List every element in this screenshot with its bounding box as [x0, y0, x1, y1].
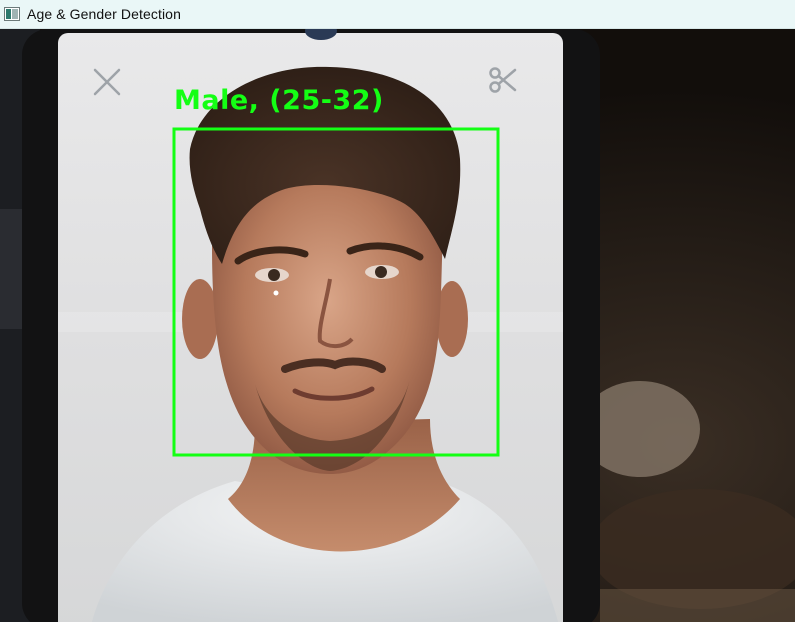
detection-label: Male, (25-32) — [174, 85, 384, 116]
scissors-icon — [489, 67, 517, 93]
app-window-icon — [4, 7, 20, 21]
window-title: Age & Gender Detection — [27, 6, 181, 22]
close-icon — [93, 68, 121, 96]
app-window: Age & Gender Detection Male, (25-32) — [0, 0, 795, 622]
title-bar: Age & Gender Detection — [0, 0, 795, 29]
camera-feed: Male, (25-32) — [0, 29, 795, 622]
camera-frame — [0, 29, 795, 622]
